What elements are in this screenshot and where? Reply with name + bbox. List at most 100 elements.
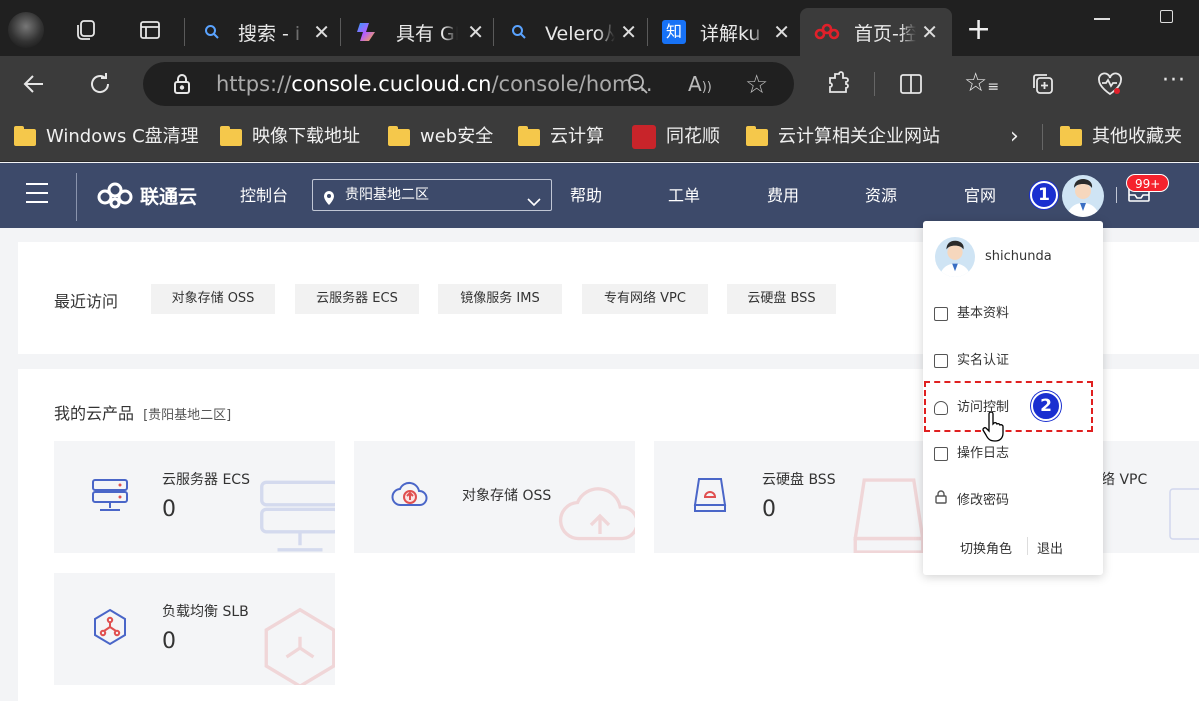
recent-item[interactable]: 镜像服务 IMS — [438, 284, 562, 314]
tab-title: 详解ku — [700, 22, 761, 45]
hand-pointer-cursor-icon — [982, 411, 1004, 446]
close-icon[interactable]: ✕ — [921, 20, 938, 44]
tab-velero[interactable]: Velero从 ✕ — [503, 8, 643, 56]
bookmark-label: web安全 — [420, 126, 494, 147]
more-menu-icon[interactable]: ··· — [1162, 68, 1186, 93]
folder-icon — [220, 125, 242, 146]
load-balancer-icon — [94, 608, 126, 646]
recent-item[interactable]: 专有网络 VPC — [582, 284, 708, 314]
close-icon[interactable]: ✕ — [620, 20, 637, 44]
tab-search[interactable]: 搜索 - i ✕ — [196, 8, 336, 56]
browser-tab-bar: 搜索 - i ✕ 具有 GI ✕ Velero从 ✕ 知 详解ku ✕ 首页-控… — [0, 0, 1199, 56]
nav-billing[interactable]: 费用 — [767, 163, 799, 228]
products-title: 我的云产品 [贵阳基地二区] — [54, 400, 231, 424]
bookmark-folder[interactable]: 云计算相关企业网站 — [746, 112, 940, 162]
cloud-watermark-icon — [558, 487, 635, 541]
favorites-icon[interactable]: ☆≡ — [964, 68, 999, 98]
cucloud-logo-icon — [97, 182, 133, 209]
product-tile-ecs[interactable]: 云服务器 ECS 0 — [54, 441, 335, 553]
more-bookmarks-chevron-icon[interactable]: › — [1010, 112, 1019, 162]
step-1-badge: 1 — [1030, 181, 1058, 209]
bookmark-link[interactable]: 同花顺 — [632, 112, 720, 162]
nav-resources[interactable]: 资源 — [865, 163, 897, 228]
bookmark-folder[interactable]: Windows C盘清理 — [14, 112, 199, 162]
disk-icon — [693, 478, 727, 512]
nav-help[interactable]: 帮助 — [570, 163, 602, 228]
bookmarks-divider — [1042, 124, 1043, 150]
switch-role-link[interactable]: 切换角色 — [960, 538, 1012, 557]
menu-item-verification[interactable]: 实名认证 — [934, 349, 1009, 373]
search-icon — [512, 25, 526, 39]
tab-cucloud-home[interactable]: 首页-控 ✕ — [800, 8, 952, 56]
region-select[interactable]: 贵阳基地二区 — [312, 179, 552, 211]
close-icon[interactable]: ✕ — [773, 20, 790, 44]
tab-actions-icon[interactable] — [138, 18, 162, 42]
split-screen-icon[interactable] — [898, 71, 924, 101]
server-icon — [92, 479, 128, 511]
hamburger-menu-icon[interactable] — [26, 183, 48, 203]
bookmarks-bar: Windows C盘清理 映像下载地址 web安全 云计算 同花顺 云计算相关企… — [0, 112, 1199, 162]
recent-item[interactable]: 对象存储 OSS — [151, 284, 275, 314]
product-tile-oss[interactable]: 对象存储 OSS — [354, 441, 635, 553]
zoom-out-icon[interactable] — [626, 72, 650, 100]
other-favorites-folder[interactable]: 其他收藏夹 — [1060, 112, 1182, 162]
close-icon[interactable]: ✕ — [467, 20, 484, 44]
nav-official-site[interactable]: 官网 — [964, 163, 996, 228]
console-link[interactable]: 控制台 — [240, 163, 288, 228]
search-icon — [205, 25, 219, 39]
product-tile-slb[interactable]: 负载均衡 SLB 0 — [54, 573, 335, 685]
product-count: 0 — [762, 497, 776, 522]
nav-ticket[interactable]: 工单 — [668, 163, 700, 228]
workspaces-icon[interactable] — [74, 18, 98, 42]
header-divider — [1116, 187, 1117, 203]
cloud-upload-icon — [391, 481, 428, 506]
product-count: 0 — [162, 629, 176, 654]
profile-doc-icon — [934, 307, 948, 321]
bookmark-folder[interactable]: 云计算 — [518, 112, 604, 162]
products-region: [贵阳基地二区] — [143, 408, 232, 423]
tab-zhihu[interactable]: 知 详解ku ✕ — [656, 8, 796, 56]
collections-icon[interactable] — [1030, 71, 1056, 101]
app-header: 联通云 控制台 贵阳基地二区 帮助 工单 费用 资源 官网 1 99+ — [0, 163, 1199, 228]
user-avatar[interactable] — [1062, 175, 1104, 217]
read-aloud-icon[interactable]: A)) — [688, 72, 712, 96]
extensions-icon[interactable] — [826, 70, 852, 100]
recent-item[interactable]: 云硬盘 BSS — [727, 284, 836, 314]
browser-essentials-icon[interactable] — [1096, 71, 1124, 101]
refresh-button[interactable] — [80, 56, 120, 117]
minimize-button[interactable] — [1094, 18, 1110, 20]
product-name: 络 VPC — [1101, 472, 1148, 488]
bookmark-folder[interactable]: web安全 — [388, 112, 493, 162]
close-icon[interactable]: ✕ — [313, 20, 330, 44]
tab-copilot[interactable]: 具有 GI ✕ — [350, 8, 490, 56]
recent-visits-label: 最近访问 — [54, 292, 119, 311]
product-name: 云服务器 ECS — [162, 472, 250, 488]
folder-icon — [388, 125, 410, 146]
menu-footer-divider — [1027, 537, 1028, 555]
profile-avatar[interactable] — [8, 12, 44, 48]
notification-badge: 99+ — [1126, 174, 1170, 192]
menu-item-profile[interactable]: 基本资料 — [934, 302, 1009, 326]
cucloud-logo-icon — [814, 23, 840, 40]
zhihu-icon: 知 — [662, 20, 686, 44]
lock-icon[interactable] — [172, 73, 192, 95]
tonghuashun-icon — [632, 125, 656, 149]
disk-watermark-icon — [853, 478, 924, 553]
id-card-icon — [934, 354, 948, 368]
logout-link[interactable]: 退出 — [1037, 538, 1063, 557]
app-logo[interactable]: 联通云 — [96, 181, 197, 209]
new-tab-button[interactable]: + — [966, 12, 991, 48]
recent-item[interactable]: 云服务器 ECS — [295, 284, 419, 314]
bookmark-label: Windows C盘清理 — [46, 126, 199, 147]
menu-user-avatar — [935, 237, 975, 277]
bookmark-folder[interactable]: 映像下载地址 — [220, 112, 360, 162]
tab-title: 搜索 - i — [238, 22, 301, 45]
product-tile-bss[interactable]: 云硬盘 BSS 0 — [654, 441, 924, 553]
browser-toolbar: https://console.cucloud.cn/console/hom..… — [0, 56, 1199, 112]
maximize-button[interactable] — [1160, 10, 1173, 23]
back-button[interactable] — [14, 56, 54, 117]
load-balancer-watermark-icon — [264, 607, 335, 685]
favorite-star-icon[interactable]: ☆ — [745, 70, 768, 100]
menu-item-change-password[interactable]: 修改密码 — [934, 489, 1009, 513]
menu-item-label: 基本资料 — [957, 306, 1010, 321]
